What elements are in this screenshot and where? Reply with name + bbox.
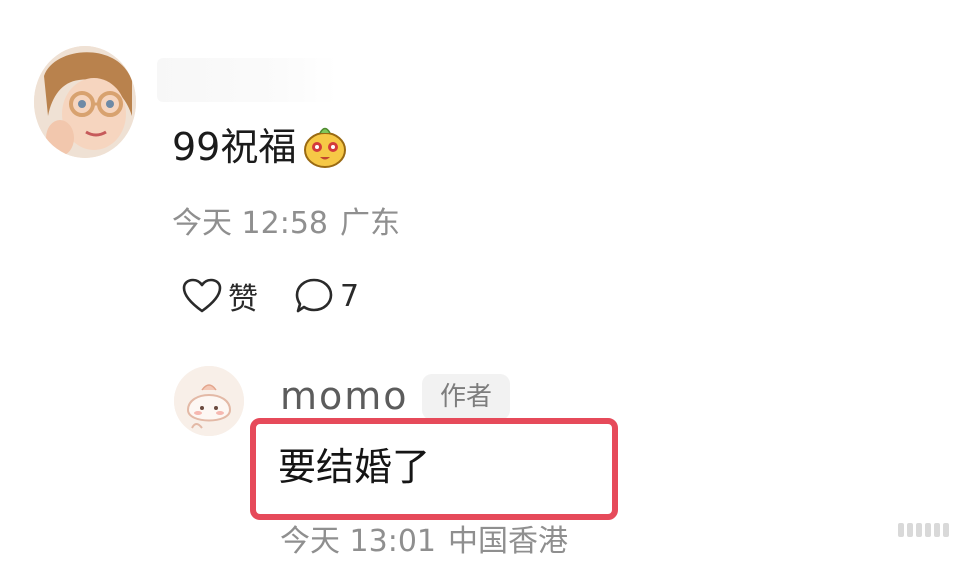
commenter-name-blurred <box>157 58 337 102</box>
reply-meta: 今天 13:01 中国香港 <box>280 522 568 562</box>
like-button[interactable]: 赞 <box>182 274 258 318</box>
reply-avatar[interactable] <box>174 366 244 436</box>
reply-count: 7 <box>340 278 360 314</box>
reply-time: 今天 13:01 <box>280 524 436 559</box>
reply-button[interactable]: 7 <box>294 277 359 315</box>
commenter-avatar[interactable] <box>34 46 136 158</box>
comment-text: 99祝福 <box>172 125 297 169</box>
reply-location: 中国香港 <box>448 524 568 559</box>
comment-meta: 今天 12:58 广东 <box>172 204 400 244</box>
comment-location: 广东 <box>340 206 400 241</box>
author-badge: 作者 <box>422 374 510 420</box>
highlight-box <box>250 418 618 520</box>
like-label: 赞 <box>228 282 258 317</box>
comment-actions: 赞 7 <box>182 274 359 318</box>
smiling-face-emoji-icon <box>300 122 350 172</box>
reply-username[interactable]: momo <box>280 372 409 420</box>
comment-time: 今天 12:58 <box>172 206 328 241</box>
comment-body: 99祝福 <box>172 122 350 172</box>
comment-bubble-icon <box>294 277 334 315</box>
heart-icon <box>182 278 222 314</box>
watermark-logo <box>896 519 952 541</box>
